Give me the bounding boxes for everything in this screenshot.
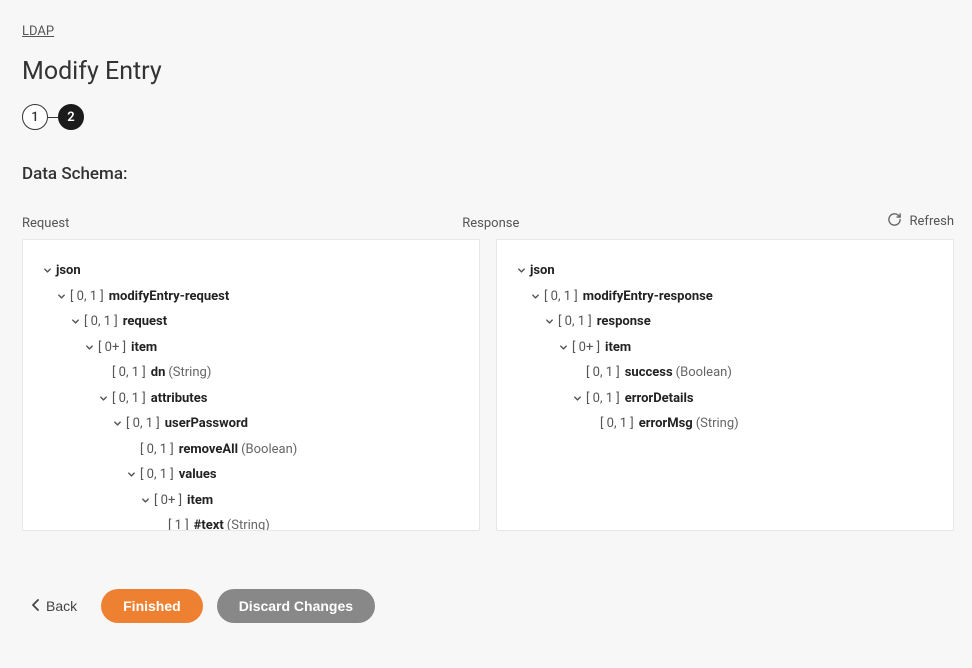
breadcrumb-ldap[interactable]: LDAP [22,24,54,39]
footer: Back Finished Discard Changes [0,565,972,647]
finished-button[interactable]: Finished [101,589,203,623]
cardinality: [ 0, 1 ] [70,287,104,307]
tree-row[interactable]: [ 0, 1 ] values [41,462,461,488]
tree-row[interactable]: [ 0, 1 ] request [41,309,461,335]
node-name: response [597,312,651,332]
step-connector [48,117,58,118]
cardinality: [ 0, 1 ] [112,389,146,409]
tree-row[interactable]: [ 0, 1 ] modifyEntry-response [515,284,935,310]
cardinality: [ 1 ] [168,516,189,531]
back-label: Back [46,598,77,614]
response-panel: json [ 0, 1 ] modifyEntry-response [ 0, … [496,239,954,531]
request-tree: json [ 0, 1 ] modifyEntry-request [ 0, 1… [41,258,461,531]
chevron-down-icon[interactable] [125,469,137,481]
cardinality: [ 0, 1 ] [600,414,634,434]
tree-row[interactable]: [ 0, 1 ] success (Boolean) [515,360,935,386]
chevron-down-icon[interactable] [557,341,569,353]
chevron-down-icon[interactable] [571,392,583,404]
request-panel: json [ 0, 1 ] modifyEntry-request [ 0, 1… [22,239,480,531]
tree-row[interactable]: json [515,258,935,284]
node-name: #text [194,516,224,531]
cardinality: [ 0, 1 ] [140,465,174,485]
stepper: 1 2 [22,104,954,130]
chevron-down-icon[interactable] [55,290,67,302]
node-name: item [131,338,157,358]
cardinality: [ 0, 1 ] [112,363,146,383]
step-2[interactable]: 2 [58,104,84,130]
chevron-down-icon[interactable] [529,290,541,302]
tree-row[interactable]: [ 0, 1 ] attributes [41,386,461,412]
node-name: errorDetails [625,389,694,409]
node-name: dn [151,363,166,383]
tree-row[interactable]: [ 0+ ] item [515,335,935,361]
cardinality: [ 0, 1 ] [84,312,118,332]
node-name: errorMsg [639,414,693,434]
node-name: modifyEntry-request [109,287,229,307]
tree-row[interactable]: [ 0, 1 ] errorDetails [515,386,935,412]
cardinality: [ 0, 1 ] [586,363,620,383]
chevron-down-icon[interactable] [69,316,81,328]
cardinality: [ 0, 1 ] [544,287,578,307]
refresh-label: Refresh [910,214,954,229]
node-type: (String) [168,363,211,383]
request-header: Request [22,216,446,231]
tree-row[interactable]: [ 0, 1 ] userPassword [41,411,461,437]
chevron-down-icon[interactable] [543,316,555,328]
cardinality: [ 0+ ] [572,338,600,358]
chevron-down-icon[interactable] [515,265,527,277]
node-type: (String) [696,414,739,434]
node-type: (Boolean) [241,440,297,460]
node-type: (String) [227,516,270,531]
node-name: json [56,261,81,281]
cardinality: [ 0+ ] [98,338,126,358]
cardinality: [ 0, 1 ] [140,440,174,460]
node-name: success [625,363,673,383]
chevron-down-icon[interactable] [41,265,53,277]
cardinality: [ 0, 1 ] [126,414,160,434]
tree-row[interactable]: [ 0, 1 ] modifyEntry-request [41,284,461,310]
node-name: modifyEntry-response [583,287,713,307]
back-button[interactable]: Back [22,592,87,620]
cardinality: [ 0, 1 ] [586,389,620,409]
chevron-down-icon[interactable] [111,418,123,430]
chevron-down-icon[interactable] [83,341,95,353]
node-name: values [179,465,217,485]
tree-row[interactable]: json [41,258,461,284]
page-title: Modify Entry [22,57,954,86]
chevron-left-icon [32,598,40,614]
node-name: removeAll [179,440,238,460]
node-name: item [187,491,213,511]
tree-row[interactable]: [ 0, 1 ] dn (String) [41,360,461,386]
step-1[interactable]: 1 [22,104,48,130]
chevron-down-icon[interactable] [139,494,151,506]
node-name: attributes [151,389,208,409]
node-name: userPassword [165,414,248,434]
tree-row[interactable]: [ 0, 1 ] errorMsg (String) [515,411,935,437]
node-name: request [123,312,167,332]
refresh-button[interactable]: Refresh [887,212,954,231]
tree-row[interactable]: [ 1 ] #text (String) [41,513,461,531]
node-type: (Boolean) [676,363,732,383]
tree-row[interactable]: [ 0, 1 ] response [515,309,935,335]
tree-row[interactable]: [ 0, 1 ] removeAll (Boolean) [41,437,461,463]
tree-row[interactable]: [ 0+ ] item [41,488,461,514]
node-name: json [530,261,555,281]
response-header: Response [462,216,886,231]
discard-button[interactable]: Discard Changes [217,589,375,623]
refresh-icon [887,212,902,231]
cardinality: [ 0, 1 ] [558,312,592,332]
tree-row[interactable]: [ 0+ ] item [41,335,461,361]
cardinality: [ 0+ ] [154,491,182,511]
section-label: Data Schema: [22,164,954,184]
chevron-down-icon[interactable] [97,392,109,404]
response-tree: json [ 0, 1 ] modifyEntry-response [ 0, … [515,258,935,437]
node-name: item [605,338,631,358]
